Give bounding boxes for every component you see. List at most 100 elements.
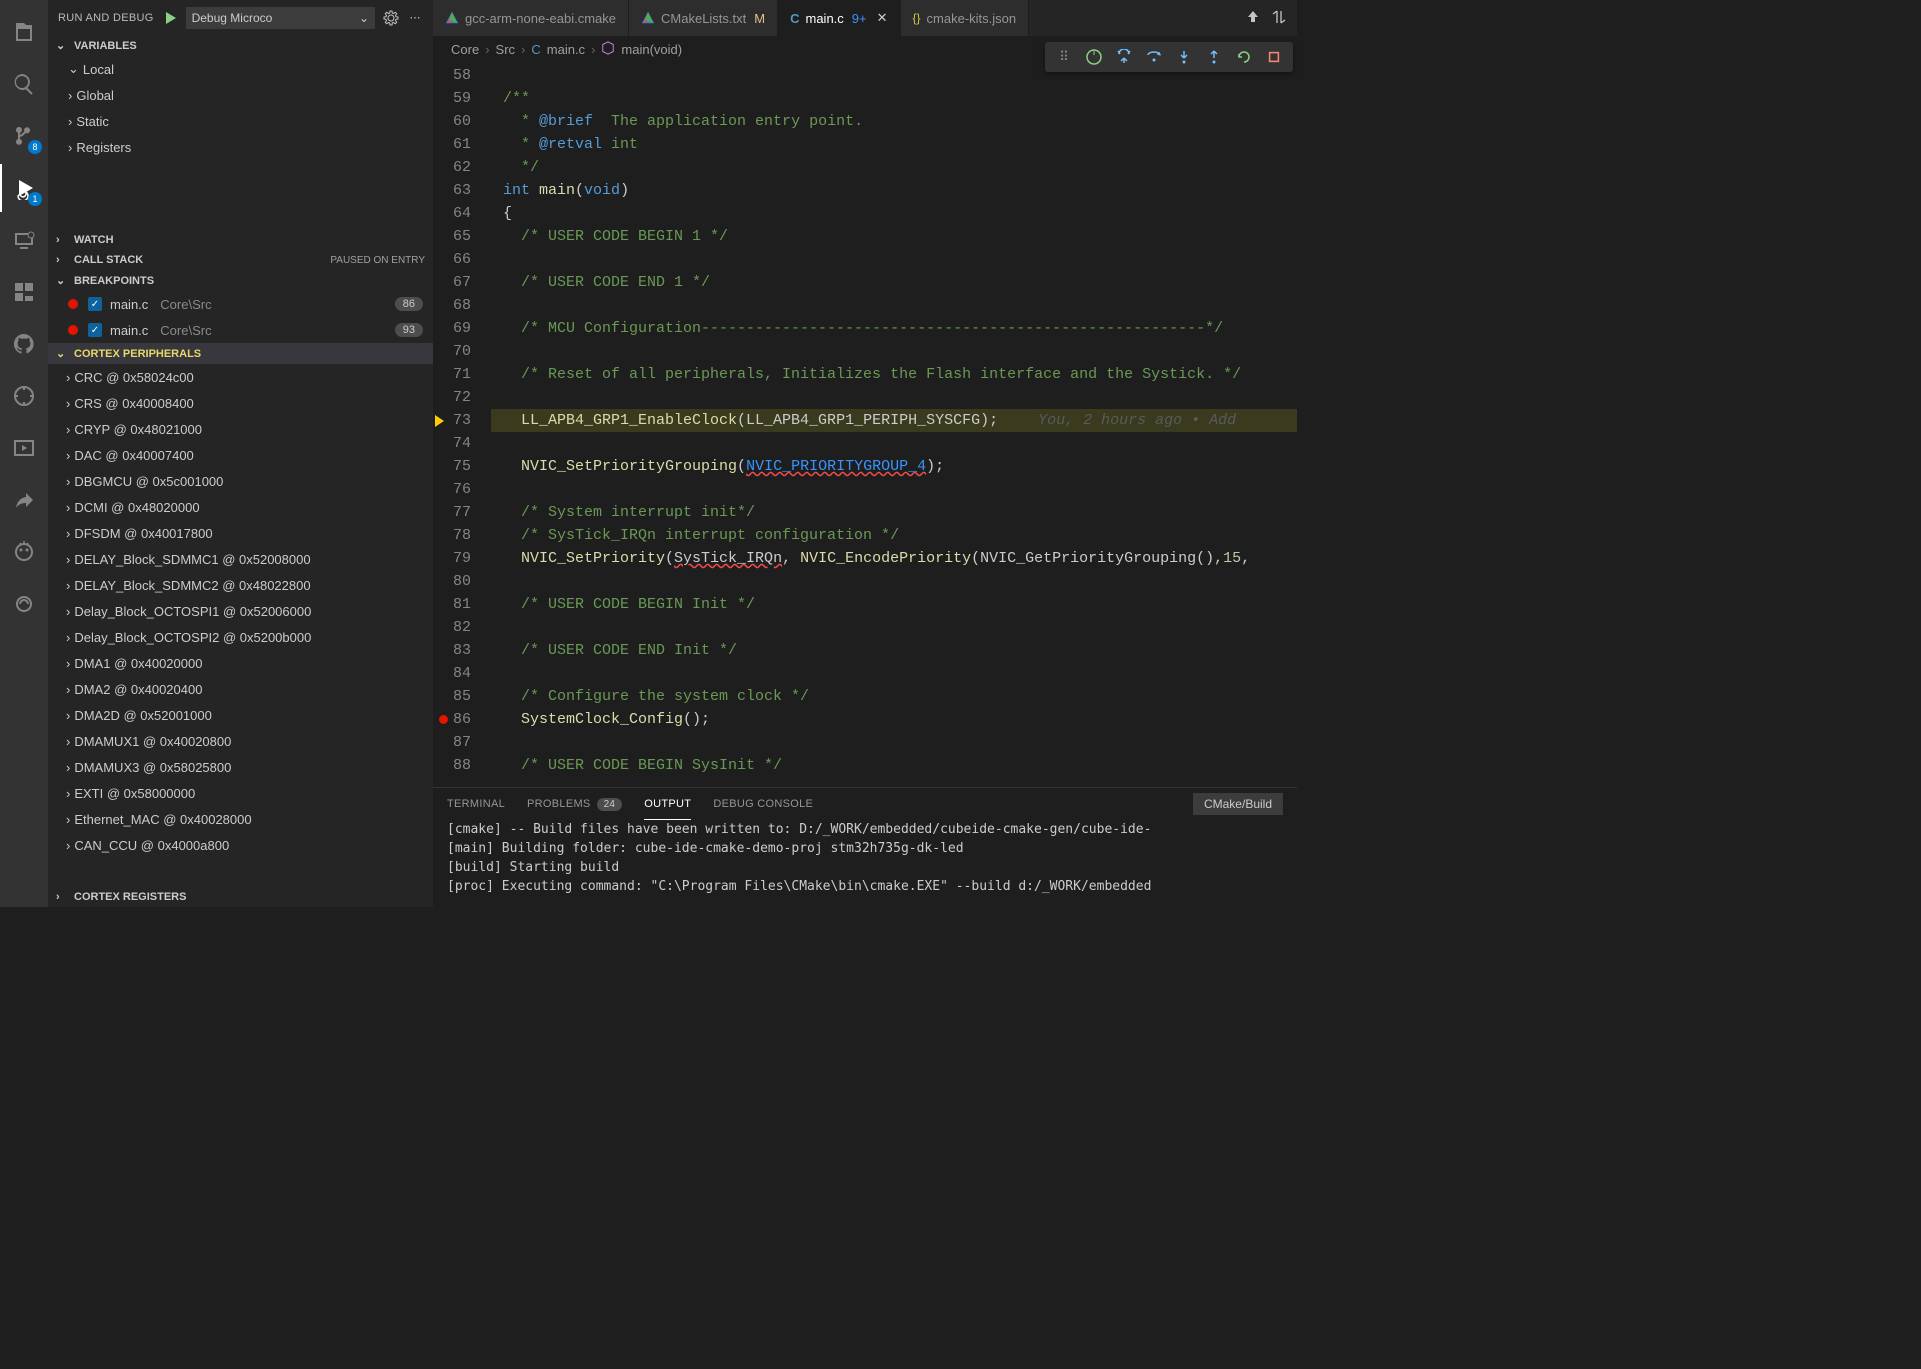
- peripheral-item[interactable]: ›CAN_CCU @ 0x4000a800: [48, 832, 433, 858]
- peripheral-item[interactable]: ›DMAMUX1 @ 0x40020800: [48, 728, 433, 754]
- chevron-down-icon: ⌄: [56, 347, 70, 360]
- peripheral-item[interactable]: ›DELAY_Block_SDMMC2 @ 0x48022800: [48, 572, 433, 598]
- peripheral-item[interactable]: ›Delay_Block_OCTOSPI1 @ 0x52006000: [48, 598, 433, 624]
- github-icon[interactable]: [0, 320, 48, 368]
- tab-output[interactable]: OUTPUT: [644, 788, 691, 820]
- section-cortex-registers[interactable]: › CORTEX REGISTERS: [48, 887, 433, 907]
- peripheral-item[interactable]: ›DMA1 @ 0x40020000: [48, 650, 433, 676]
- remote-icon[interactable]: [0, 216, 48, 264]
- scm-badge: 8: [28, 140, 42, 154]
- peripheral-item[interactable]: ›DCMI @ 0x48020000: [48, 494, 433, 520]
- peripheral-item[interactable]: ›DFSDM @ 0x40017800: [48, 520, 433, 546]
- gutter[interactable]: 5859606162636465666768697071727374757677…: [433, 64, 491, 787]
- debug-toolbar[interactable]: ⠿: [1045, 42, 1293, 72]
- chevron-right-icon: ›: [68, 140, 72, 155]
- tree-static[interactable]: ›Static: [48, 108, 433, 134]
- crumb-core[interactable]: Core: [451, 42, 479, 57]
- continue-button[interactable]: [1085, 48, 1103, 66]
- peripheral-item[interactable]: ›DELAY_Block_SDMMC1 @ 0x52008000: [48, 546, 433, 572]
- peripheral-item[interactable]: ›DMAMUX3 @ 0x58025800: [48, 754, 433, 780]
- target-icon[interactable]: [0, 372, 48, 420]
- code-editor[interactable]: 5859606162636465666768697071727374757677…: [433, 64, 1297, 787]
- breakpoint-item[interactable]: ✓ main.c Core\Src 86: [48, 291, 433, 317]
- grip-icon[interactable]: ⠿: [1055, 48, 1073, 66]
- tab-actions: [1235, 0, 1297, 36]
- scm-icon[interactable]: 8: [0, 112, 48, 160]
- peripheral-item[interactable]: ›Delay_Block_OCTOSPI2 @ 0x5200b000: [48, 624, 433, 650]
- more-icon[interactable]: ⋯: [407, 11, 423, 24]
- section-cortex-peripherals[interactable]: ⌄ CORTEX PERIPHERALS: [48, 343, 433, 364]
- peripheral-item[interactable]: ›EXTI @ 0x58000000: [48, 780, 433, 806]
- tree-registers[interactable]: ›Registers: [48, 134, 433, 160]
- compare-icon[interactable]: [1271, 9, 1287, 28]
- tab-terminal[interactable]: TERMINAL: [447, 798, 505, 810]
- chevron-right-icon: ›: [66, 422, 70, 437]
- gitlens-annotation: You, 2 hours ago • Add: [1038, 412, 1236, 429]
- peripheral-item[interactable]: ›DAC @ 0x40007400: [48, 442, 433, 468]
- editor-tab[interactable]: Cmain.c9+✕: [778, 0, 900, 36]
- chevron-right-icon: ›: [56, 234, 70, 246]
- crumb-file[interactable]: main.c: [547, 42, 585, 57]
- chevron-right-icon: ›: [66, 708, 70, 723]
- c-file-icon: C: [531, 42, 540, 57]
- run-icon[interactable]: [1245, 9, 1261, 28]
- share-icon[interactable]: [0, 476, 48, 524]
- peripheral-item[interactable]: ›DBGMCU @ 0x5c001000: [48, 468, 433, 494]
- restart-button[interactable]: [1235, 48, 1253, 66]
- editor-tab[interactable]: {}cmake-kits.json: [901, 0, 1030, 36]
- checkbox-icon[interactable]: ✓: [88, 323, 102, 337]
- editor-tabs: gcc-arm-none-eabi.cmakeCMakeLists.txtMCm…: [433, 0, 1297, 36]
- chevron-down-icon: ⌄: [56, 39, 70, 52]
- peripheral-item[interactable]: ›DMA2D @ 0x52001000: [48, 702, 433, 728]
- debug-icon[interactable]: 1: [0, 164, 48, 212]
- gear-icon[interactable]: [383, 10, 399, 26]
- watch-label: WATCH: [74, 234, 114, 246]
- live-preview-icon[interactable]: [0, 424, 48, 472]
- step-over-button[interactable]: [1115, 48, 1133, 66]
- editor-tab[interactable]: gcc-arm-none-eabi.cmake: [433, 0, 629, 36]
- output-content[interactable]: [cmake] -- Build files have been written…: [433, 820, 1297, 907]
- step-out-button[interactable]: [1205, 48, 1223, 66]
- crumb-symbol[interactable]: main(void): [621, 42, 682, 57]
- debug-config-select[interactable]: Debug Microco ⌄: [186, 7, 375, 29]
- checkbox-icon[interactable]: ✓: [88, 297, 102, 311]
- breakpoint-dot-icon: [68, 299, 78, 309]
- peripheral-item[interactable]: ›Ethernet_MAC @ 0x40028000: [48, 806, 433, 832]
- step-into-button[interactable]: [1175, 48, 1193, 66]
- code-content[interactable]: /** * @brief The application entry point…: [491, 64, 1297, 787]
- step-over-icon[interactable]: [1145, 48, 1163, 66]
- section-breakpoints[interactable]: ⌄ BREAKPOINTS: [48, 270, 433, 291]
- lens-icon[interactable]: [0, 580, 48, 628]
- output-channel-select[interactable]: CMake/Build: [1193, 793, 1283, 815]
- section-variables[interactable]: ⌄ VARIABLES: [48, 35, 433, 56]
- close-icon[interactable]: ✕: [877, 10, 888, 26]
- tree-local[interactable]: ⌄Local: [48, 56, 433, 82]
- panel-tabs: TERMINAL PROBLEMS 24 OUTPUT DEBUG CONSOL…: [433, 788, 1297, 820]
- problems-count: 24: [597, 798, 623, 811]
- peripheral-item[interactable]: ›CRC @ 0x58024c00: [48, 364, 433, 390]
- chevron-right-icon: ›: [56, 254, 70, 266]
- start-debug-icon[interactable]: [162, 10, 178, 26]
- section-callstack[interactable]: › CALL STACK PAUSED ON ENTRY: [48, 250, 433, 270]
- extensions-icon[interactable]: [0, 268, 48, 316]
- tab-debug-console[interactable]: DEBUG CONSOLE: [713, 798, 813, 810]
- editor-tab[interactable]: CMakeLists.txtM: [629, 0, 778, 36]
- section-watch[interactable]: › WATCH: [48, 230, 433, 250]
- panel: TERMINAL PROBLEMS 24 OUTPUT DEBUG CONSOL…: [433, 787, 1297, 907]
- search-icon[interactable]: [0, 60, 48, 108]
- chevron-right-icon: ›: [66, 474, 70, 489]
- debug-badge: 1: [28, 192, 42, 206]
- platformio-icon[interactable]: [0, 528, 48, 576]
- peripheral-item[interactable]: ›DMA2 @ 0x40020400: [48, 676, 433, 702]
- stop-button[interactable]: [1265, 48, 1283, 66]
- chevron-down-icon: ⌄: [56, 274, 70, 287]
- peripheral-item[interactable]: ›CRYP @ 0x48021000: [48, 416, 433, 442]
- peripheral-item[interactable]: ›CRS @ 0x40008400: [48, 390, 433, 416]
- tab-problems[interactable]: PROBLEMS 24: [527, 798, 622, 811]
- tree-global[interactable]: ›Global: [48, 82, 433, 108]
- crumb-src[interactable]: Src: [496, 42, 516, 57]
- explorer-icon[interactable]: [0, 8, 48, 56]
- chevron-right-icon: ›: [66, 786, 70, 801]
- breakpoint-item[interactable]: ✓ main.c Core\Src 93: [48, 317, 433, 343]
- chevron-right-icon: ›: [66, 838, 70, 853]
